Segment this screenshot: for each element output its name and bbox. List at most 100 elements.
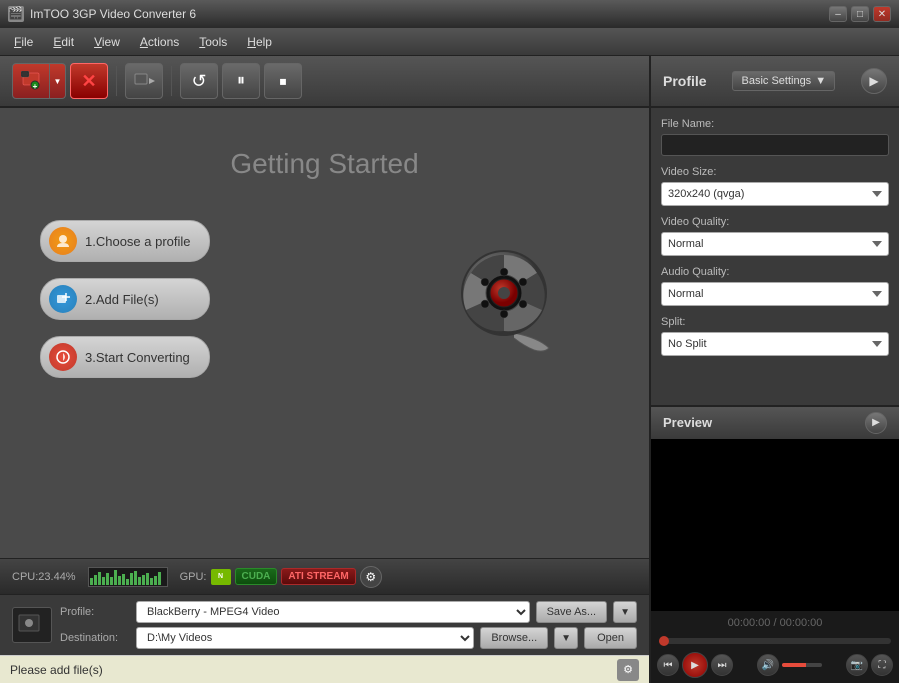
open-button[interactable]: Open — [584, 627, 637, 649]
cpu-bar — [150, 578, 153, 584]
status-message: Please add file(s) — [10, 663, 103, 677]
minimize-button[interactable]: – — [829, 6, 847, 22]
profile-field-label: Profile: — [60, 606, 130, 618]
basic-settings-label: Basic Settings — [741, 75, 811, 87]
profile-panel-title: Profile — [663, 73, 707, 89]
menu-view[interactable]: View — [84, 31, 130, 53]
preview-seekbar[interactable] — [651, 635, 899, 647]
audio-quality-field: Audio Quality: Normal Low High Highest — [661, 266, 889, 306]
stop-button[interactable]: ⏹ — [264, 63, 302, 99]
delete-button[interactable]: ✕ — [70, 63, 108, 99]
close-button[interactable]: ✕ — [873, 6, 891, 22]
playback-controls: ⏮ ▶ ⏭ — [657, 652, 733, 678]
audio-quality-select[interactable]: Normal Low High Highest — [661, 282, 889, 306]
cpu-bar — [118, 576, 121, 585]
profile-expand-button[interactable]: ▶ — [861, 68, 887, 94]
left-panel: + ▼ ✕ ↺ ⏸ ⏹ — [0, 56, 649, 683]
volume-icon[interactable]: 🔊 — [757, 654, 779, 676]
rewind-button[interactable]: ⏮ — [657, 654, 679, 676]
preview-expand-button[interactable]: ▶ — [865, 412, 887, 434]
add-files-button[interactable]: 2.Add File(s) — [40, 278, 210, 320]
screenshot-button[interactable]: 📷 — [846, 654, 868, 676]
split-field: Split: No Split Split by size Split by t… — [661, 316, 889, 356]
pause-button[interactable]: ⏸ — [222, 63, 260, 99]
cpu-bar — [106, 573, 109, 584]
cpu-bar — [110, 577, 113, 584]
window-controls: – □ ✕ — [829, 6, 891, 22]
toolbar-separator-1 — [116, 66, 117, 96]
film-reel-decoration — [459, 248, 569, 368]
choose-profile-icon — [49, 227, 77, 255]
cpu-bar — [126, 579, 129, 585]
profile-select[interactable]: BlackBerry - MPEG4 Video — [136, 601, 530, 623]
save-as-dropdown[interactable]: ▼ — [613, 601, 637, 623]
video-size-field: Video Size: 320x240 (qvga) 176x144 (qcif… — [661, 166, 889, 206]
title-bar: 🎬 ImTOO 3GP Video Converter 6 – □ ✕ — [0, 0, 899, 28]
gpu-badges: GPU: N CUDA ATI STREAM ⚙ — [180, 566, 382, 588]
file-name-field: File Name: — [661, 118, 889, 156]
refresh-button[interactable]: ↺ — [180, 63, 218, 99]
split-select[interactable]: No Split Split by size Split by time — [661, 332, 889, 356]
toolbar-separator-2 — [171, 66, 172, 96]
seekbar-thumb[interactable] — [659, 636, 669, 646]
audio-quality-label: Audio Quality: — [661, 266, 889, 278]
choose-profile-button[interactable]: 1.Choose a profile — [40, 220, 210, 262]
right-panel: Profile Basic Settings ▼ ▶ File Name: Vi… — [649, 56, 899, 683]
app-title: ImTOO 3GP Video Converter 6 — [30, 7, 823, 21]
cpu-bar — [98, 572, 101, 585]
message-settings-icon[interactable]: ⚙ — [617, 659, 639, 681]
cpu-bar — [90, 578, 93, 584]
volume-slider[interactable] — [782, 663, 822, 667]
cpu-label: CPU:23.44% — [12, 571, 76, 583]
cpu-bar — [122, 574, 125, 584]
start-converting-button[interactable]: 3.Start Converting — [40, 336, 210, 378]
play-button[interactable]: ▶ — [682, 652, 708, 678]
fullscreen-button[interactable]: ⛶ — [871, 654, 893, 676]
menu-tools[interactable]: Tools — [189, 31, 237, 53]
menu-actions[interactable]: Actions — [130, 31, 189, 53]
add-file-button[interactable]: + — [12, 63, 50, 99]
preview-panel: Preview ▶ 00:00:00 / 00:00:00 ⏮ ▶ ⏭ 🔊 — [651, 405, 899, 683]
cpu-bar — [142, 575, 145, 585]
cpu-bar — [154, 576, 157, 585]
seekbar-track[interactable] — [659, 638, 891, 644]
basic-settings-arrow: ▼ — [815, 75, 826, 87]
cpu-bars — [89, 568, 167, 586]
settings-panel: File Name: Video Size: 320x240 (qvga) 17… — [651, 108, 899, 405]
video-quality-label: Video Quality: — [661, 216, 889, 228]
browse-dropdown[interactable]: ▼ — [554, 627, 578, 649]
destination-label: Destination: — [60, 632, 130, 644]
nvidia-icon: N — [211, 569, 231, 585]
app-icon: 🎬 — [8, 6, 24, 22]
cuda-badge: CUDA — [235, 568, 278, 585]
preview-header: Preview ▶ — [651, 407, 899, 439]
cpu-bar — [146, 573, 149, 584]
gpu-label: GPU: — [180, 571, 207, 583]
menu-file[interactable]: File — [4, 31, 43, 53]
file-name-input[interactable] — [661, 134, 889, 156]
cpu-bar — [158, 572, 161, 585]
cpu-graph — [88, 567, 168, 587]
profile-select-row: Profile: BlackBerry - MPEG4 Video Save A… — [60, 601, 637, 623]
forward-button[interactable]: ⏭ — [711, 654, 733, 676]
video-size-select[interactable]: 320x240 (qvga) 176x144 (qcif) 640x480 (v… — [661, 182, 889, 206]
start-converting-label: 3.Start Converting — [85, 350, 190, 365]
start-converting-icon — [49, 343, 77, 371]
add-file-dropdown-arrow[interactable]: ▼ — [50, 63, 66, 99]
menu-help[interactable]: Help — [237, 31, 282, 53]
choose-profile-label: 1.Choose a profile — [85, 234, 191, 249]
getting-started-title: Getting Started — [230, 148, 418, 180]
maximize-button[interactable]: □ — [851, 6, 869, 22]
video-quality-select[interactable]: Normal Low High Highest — [661, 232, 889, 256]
basic-settings-button[interactable]: Basic Settings ▼ — [732, 71, 835, 91]
video-quality-field: Video Quality: Normal Low High Highest — [661, 216, 889, 256]
menu-edit[interactable]: Edit — [43, 31, 84, 53]
gpu-settings-button[interactable]: ⚙ — [360, 566, 382, 588]
convert-to-button[interactable] — [125, 63, 163, 99]
destination-select[interactable]: D:\My Videos — [136, 627, 474, 649]
cpu-bar — [130, 573, 133, 585]
preview-time: 00:00:00 / 00:00:00 — [651, 611, 899, 635]
steps-container: 1.Choose a profile 2.Add File(s) — [40, 220, 210, 378]
browse-button[interactable]: Browse... — [480, 627, 548, 649]
save-as-button[interactable]: Save As... — [536, 601, 608, 623]
